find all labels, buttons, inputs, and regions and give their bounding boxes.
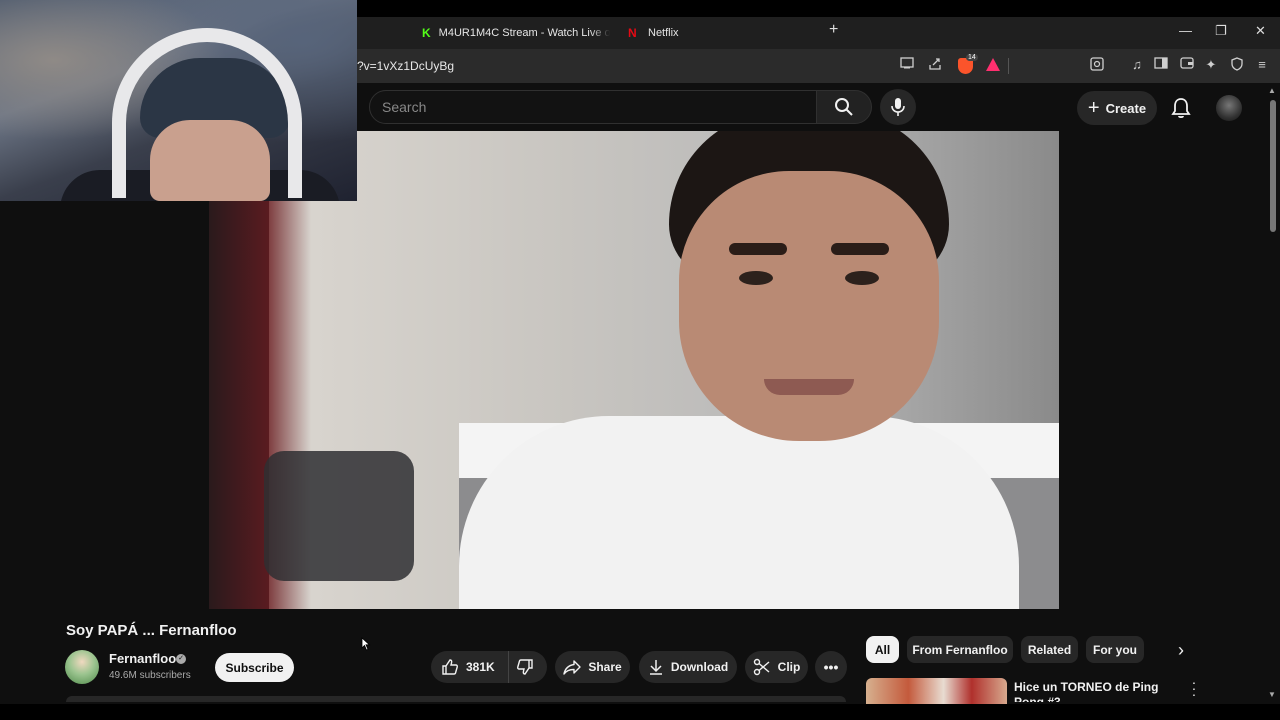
music-icon[interactable]: ♫ [1129, 57, 1145, 73]
ai-sparkle-icon[interactable]: ✦ [1203, 57, 1219, 73]
leo-icon[interactable] [1089, 57, 1105, 73]
create-button[interactable]: + Create [1077, 91, 1157, 125]
recommendation-thumbnail[interactable] [866, 678, 1007, 704]
minimize-button[interactable]: — [1179, 23, 1192, 38]
subscribe-button[interactable]: Subscribe [215, 653, 294, 682]
recommendation-title[interactable]: Hice un TORNEO de Ping Pong #3 [1014, 680, 1179, 702]
download-button[interactable]: Download [639, 651, 737, 683]
cast-icon[interactable] [899, 57, 915, 73]
search-button[interactable] [816, 90, 872, 124]
tab-label: M4UR1M4C Stream - Watch Live on Kick [438, 27, 610, 39]
share-label: Share [588, 660, 622, 674]
wallet-icon[interactable] [1179, 57, 1195, 73]
close-window-button[interactable]: ✕ [1255, 23, 1266, 39]
streamer-webcam-overlay [0, 0, 357, 201]
video-player[interactable] [209, 131, 1059, 609]
share-page-icon[interactable] [927, 57, 943, 73]
tab-label: Netflix [648, 27, 679, 39]
chip-related[interactable]: Related [1021, 636, 1078, 663]
thumbs-up-icon [442, 659, 458, 675]
shields-count-badge: 14 [966, 54, 978, 61]
plus-icon: + [1087, 97, 1100, 119]
subscriber-count: 49.6M subscribers [109, 670, 191, 681]
share-button[interactable]: Share [555, 651, 630, 683]
scissors-icon [753, 658, 770, 676]
chevron-right-icon[interactable]: › [1168, 640, 1194, 660]
tab-kick-stream[interactable]: K M4UR1M4C Stream - Watch Live on Kick [422, 21, 610, 45]
scrollbar-thumb[interactable] [1270, 100, 1276, 232]
restore-button[interactable]: ❐ [1215, 23, 1227, 39]
kick-icon: K [422, 26, 431, 40]
dislike-button[interactable] [509, 651, 547, 683]
vpn-icon[interactable] [1229, 57, 1245, 73]
microphone-icon [891, 98, 905, 116]
download-icon [649, 660, 662, 675]
new-tab-button[interactable]: + [829, 21, 838, 39]
voice-search-button[interactable] [880, 89, 916, 125]
share-arrow-icon [563, 660, 582, 675]
scroll-down-arrow-icon[interactable]: ▼ [1268, 690, 1276, 699]
search-icon [835, 98, 853, 116]
netflix-icon: N [628, 26, 637, 40]
menu-icon[interactable]: ≡ [1254, 57, 1270, 73]
brave-rewards-icon[interactable] [986, 58, 1000, 71]
verified-badge-icon: ✓ [176, 654, 186, 664]
scroll-up-arrow-icon[interactable]: ▲ [1268, 86, 1276, 95]
screen-bottom-bar [0, 704, 1280, 720]
chip-all[interactable]: All [866, 636, 899, 663]
address-bar[interactable]: ?v=1vXz1DcUyBg [357, 59, 454, 73]
search-input[interactable] [382, 98, 802, 116]
chip-from-channel[interactable]: From Fernanfloo [907, 636, 1013, 663]
download-label: Download [670, 660, 729, 674]
more-actions-button[interactable]: ••• [815, 651, 847, 683]
account-avatar[interactable] [1216, 95, 1242, 121]
description-box[interactable] [66, 696, 846, 702]
channel-name[interactable]: Fernanfloo [109, 651, 176, 666]
channel-avatar[interactable] [65, 650, 99, 684]
thumbs-down-icon [516, 659, 533, 675]
chip-for-you[interactable]: For you [1086, 636, 1144, 663]
create-label: Create [1105, 100, 1147, 116]
sidebar-toggle-icon[interactable] [1153, 57, 1169, 73]
notifications-bell-icon[interactable] [1169, 96, 1193, 120]
tab-netflix[interactable]: N Netflix [628, 21, 818, 45]
toolbar-divider [1008, 58, 1009, 74]
like-dislike-group: 381K [431, 651, 547, 683]
video-title: Soy PAPÁ ... Fernanfloo [66, 622, 237, 639]
kebab-menu-icon[interactable]: · · · [1188, 675, 1200, 701]
like-count: 381K [466, 660, 495, 674]
like-button[interactable]: 381K [431, 651, 509, 683]
clip-label: Clip [777, 660, 801, 674]
clip-button[interactable]: Clip [745, 651, 808, 683]
